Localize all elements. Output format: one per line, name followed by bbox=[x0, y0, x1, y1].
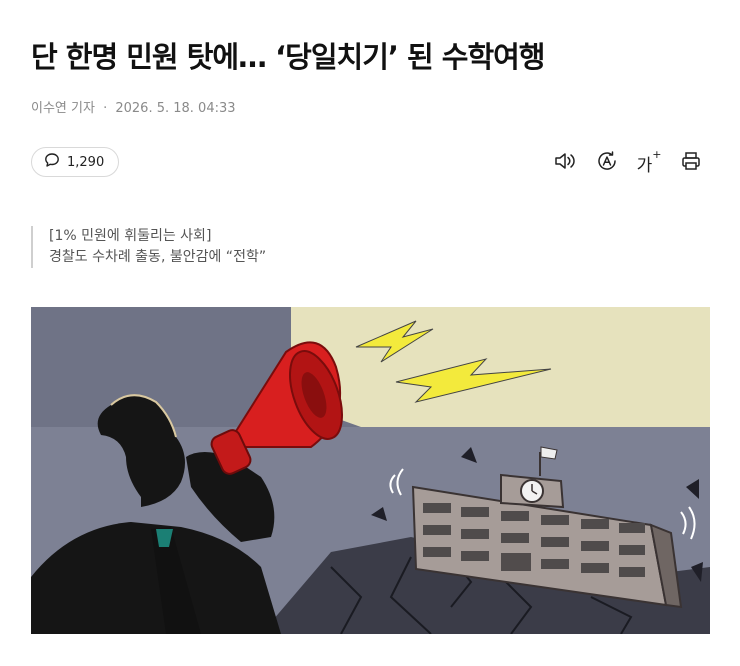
article-headline: 단 한명 민원 탓에… ‘당일치기’ 된 수학여행 bbox=[31, 40, 545, 74]
font-size-icon: 가 + bbox=[636, 147, 662, 176]
article-tools: 가 + bbox=[552, 147, 704, 176]
article-illustration bbox=[31, 307, 710, 634]
publish-date: 2026. 5. 18. 04:33 bbox=[115, 101, 236, 116]
megaphone-school-illustration bbox=[31, 307, 710, 634]
comment-icon bbox=[44, 152, 60, 172]
translate-button[interactable] bbox=[594, 150, 620, 176]
summary-line-1: [1% 민원에 휘둘리는 사회] bbox=[49, 228, 212, 244]
comment-button[interactable]: 1,290 bbox=[31, 147, 120, 177]
reporter-name: 이수연 기자 bbox=[31, 101, 95, 116]
translate-icon bbox=[595, 149, 619, 177]
font-size-button[interactable]: 가 + bbox=[636, 147, 662, 176]
article-byline: 이수연 기자 · 2026. 5. 18. 04:33 bbox=[31, 97, 236, 116]
listen-button[interactable] bbox=[552, 150, 578, 176]
summary-line-2: 경찰도 수차례 출동, 불안감에 “전학” bbox=[49, 249, 267, 265]
spotlight-beam bbox=[291, 307, 710, 427]
print-icon bbox=[680, 150, 702, 176]
print-button[interactable] bbox=[678, 150, 704, 176]
speaker-icon bbox=[553, 150, 577, 176]
comment-count: 1,290 bbox=[67, 154, 105, 170]
article-summary: [1% 민원에 휘둘리는 사회] 경찰도 수차례 출동, 불안감에 “전학” bbox=[31, 226, 266, 268]
byline-separator: · bbox=[103, 101, 108, 116]
font-size-label: 가 bbox=[636, 155, 653, 176]
